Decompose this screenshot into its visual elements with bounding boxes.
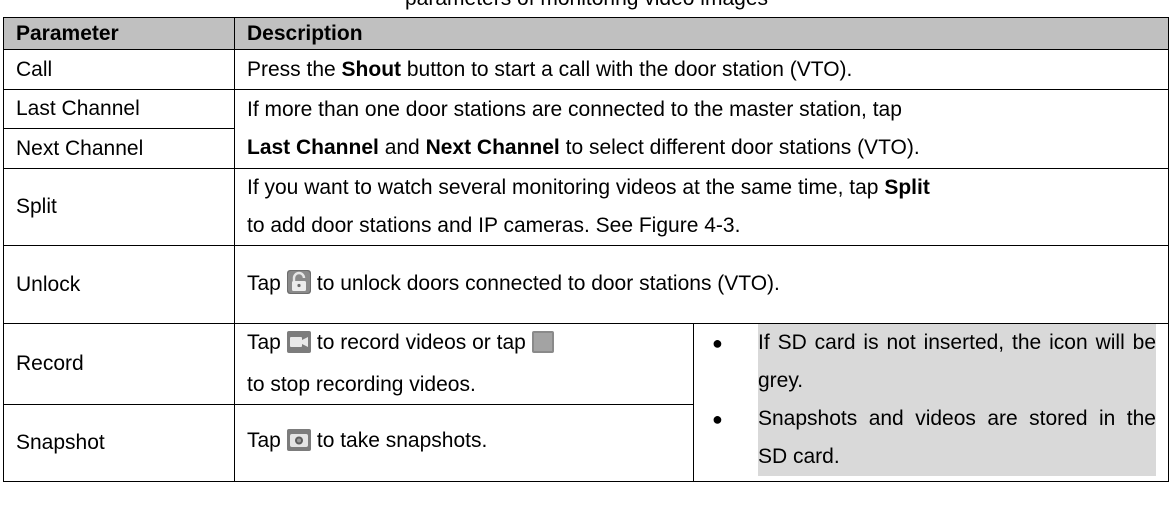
desc-text: to unlock doors connected to door statio… xyxy=(316,271,780,295)
table-row: Split If you want to watch several monit… xyxy=(3,168,1169,246)
desc-bold: Shout xyxy=(341,57,402,81)
desc-text: to take snapshots. xyxy=(316,429,488,452)
param-unlock: Unlock xyxy=(3,245,235,324)
header-description: Description xyxy=(234,17,1169,50)
desc-line-2: to add door stations and IP cameras. See… xyxy=(247,214,741,237)
camera-icon xyxy=(286,429,311,457)
note-item: ● If SD card is not inserted, the icon w… xyxy=(712,324,1156,400)
desc-line-1: Tap to record videos or tap xyxy=(247,324,681,366)
record-icon xyxy=(286,328,311,366)
note-item: ● Snapshots and videos are stored in the… xyxy=(712,400,1156,476)
desc-snapshot: Tap to take snapshots. xyxy=(234,404,694,482)
desc-text: button to start a call with the door sta… xyxy=(401,57,853,81)
param-split: Split xyxy=(3,168,235,246)
header-parameter: Parameter xyxy=(3,17,235,50)
desc-text: Tap xyxy=(247,429,281,452)
param-record: Record xyxy=(3,323,235,405)
table-header-row: Parameter Description xyxy=(3,17,1169,50)
desc-record: Tap to record videos or tap to stop recor… xyxy=(234,323,694,405)
param-call: Call xyxy=(3,49,235,90)
desc-text: Tap xyxy=(247,331,281,354)
param-snapshot: Snapshot xyxy=(3,404,235,482)
desc-channels: If more than one door stations are conne… xyxy=(234,89,1169,169)
note-text: Snapshots and videos are stored in the S… xyxy=(758,400,1156,476)
table-row: Unlock Tap to unlock doors connected to d… xyxy=(3,245,1169,324)
desc-bold: Split xyxy=(884,176,930,199)
param-next-channel: Next Channel xyxy=(3,128,235,169)
desc-line-2: Last Channel and Next Channel to select … xyxy=(247,129,1156,167)
desc-text: to select different door stations (VTO). xyxy=(559,136,920,159)
desc-split: If you want to watch several monitoring … xyxy=(234,168,1169,246)
parameter-table: Parameter Description Call Press the Sho… xyxy=(3,17,1169,482)
table-row: Record Tap to record videos or tap to sto… xyxy=(3,323,1169,482)
unlock-icon xyxy=(286,269,311,300)
bullet: ● xyxy=(712,333,723,353)
desc-unlock: Tap to unlock doors connected to door sta… xyxy=(234,245,1169,324)
table-row: Last Channel If more than one door stati… xyxy=(3,89,1169,169)
notes-cell: ● If SD card is not inserted, the icon w… xyxy=(693,323,1169,482)
desc-call: Press the Shout button to start a call w… xyxy=(234,49,1169,90)
param-last-channel: Last Channel xyxy=(3,89,235,129)
desc-bold: Last Channel xyxy=(247,136,379,159)
desc-text: If you want to watch several monitoring … xyxy=(247,176,885,199)
desc-line-1: If you want to watch several monitoring … xyxy=(247,169,1156,207)
desc-line-1: If more than one door stations are conne… xyxy=(247,98,902,121)
note-text: If SD card is not inserted, the icon wil… xyxy=(758,324,1156,400)
stop-icon xyxy=(531,328,554,366)
desc-bold: Next Channel xyxy=(425,136,560,159)
desc-text: and xyxy=(378,136,426,159)
desc-text: Tap xyxy=(247,271,281,295)
table-caption: parameters of monitoring video images xyxy=(0,0,1173,12)
desc-text: to record videos or tap xyxy=(316,331,526,354)
table-row: Call Press the Shout button to start a c… xyxy=(3,49,1169,90)
desc-text: Press the xyxy=(247,57,342,81)
bullet: ● xyxy=(712,409,723,429)
desc-line-2: to stop recording videos. xyxy=(247,373,476,396)
